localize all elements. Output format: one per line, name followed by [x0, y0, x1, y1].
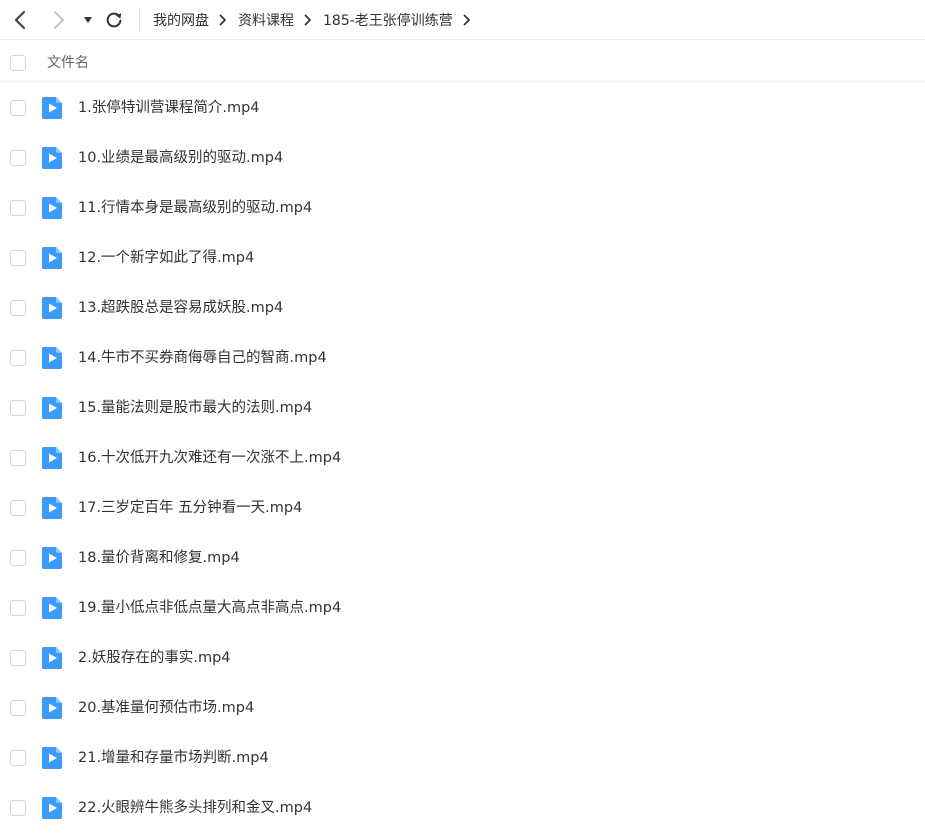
video-file-icon: [42, 97, 62, 119]
file-checkbox[interactable]: [10, 400, 26, 416]
column-header-filename: 文件名: [47, 55, 89, 71]
chevron-right-icon: [54, 11, 64, 29]
breadcrumb: 我的网盘 资料课程 185-老王张停训练营: [153, 0, 482, 40]
file-name[interactable]: 21.增量和存量市场判断.mp4: [78, 733, 269, 783]
video-file-icon: [42, 247, 62, 269]
file-name[interactable]: 12.一个新字如此了得.mp4: [78, 233, 254, 283]
video-file-icon: [42, 147, 62, 169]
caret-down-icon: [84, 17, 92, 23]
file-row[interactable]: 19.量小低点非低点量大高点非高点.mp4: [0, 583, 925, 633]
file-row[interactable]: 14.牛市不买券商侮辱自己的智商.mp4: [0, 333, 925, 383]
file-row[interactable]: 20.基准量何预估市场.mp4: [0, 683, 925, 733]
video-file-icon: [42, 697, 62, 719]
video-file-icon: [42, 547, 62, 569]
file-checkbox[interactable]: [10, 150, 26, 166]
video-file-icon: [42, 597, 62, 619]
file-checkbox[interactable]: [10, 650, 26, 666]
breadcrumb-item-my-drive[interactable]: 我的网盘: [153, 10, 209, 30]
file-checkbox[interactable]: [10, 300, 26, 316]
file-name[interactable]: 13.超跌股总是容易成妖股.mp4: [78, 283, 283, 333]
chevron-right-icon: [463, 14, 471, 26]
file-row[interactable]: 11.行情本身是最高级别的驱动.mp4: [0, 183, 925, 233]
file-checkbox[interactable]: [10, 100, 26, 116]
file-row[interactable]: 21.增量和存量市场判断.mp4: [0, 733, 925, 783]
video-file-icon: [42, 497, 62, 519]
file-name[interactable]: 16.十次低开九次难还有一次涨不上.mp4: [78, 433, 341, 483]
file-checkbox[interactable]: [10, 750, 26, 766]
file-name[interactable]: 22.火眼辨牛熊多头排列和金叉.mp4: [78, 783, 312, 833]
back-button[interactable]: [7, 6, 33, 34]
file-row[interactable]: 2.妖股存在的事实.mp4: [0, 633, 925, 683]
video-file-icon: [42, 797, 62, 819]
file-row[interactable]: 16.十次低开九次难还有一次涨不上.mp4: [0, 433, 925, 483]
file-checkbox[interactable]: [10, 500, 26, 516]
file-name[interactable]: 15.量能法则是股市最大的法则.mp4: [78, 383, 312, 433]
file-row[interactable]: 15.量能法则是股市最大的法则.mp4: [0, 383, 925, 433]
forward-button[interactable]: [46, 6, 72, 34]
file-name[interactable]: 17.三岁定百年 五分钟看一天.mp4: [78, 483, 302, 533]
history-dropdown-button[interactable]: [75, 6, 101, 34]
file-checkbox[interactable]: [10, 550, 26, 566]
file-name[interactable]: 11.行情本身是最高级别的驱动.mp4: [78, 183, 312, 233]
file-row[interactable]: 13.超跌股总是容易成妖股.mp4: [0, 283, 925, 333]
file-row[interactable]: 1.张停特训营课程简介.mp4: [0, 83, 925, 133]
file-name[interactable]: 2.妖股存在的事实.mp4: [78, 633, 231, 683]
file-checkbox[interactable]: [10, 600, 26, 616]
video-file-icon: [42, 297, 62, 319]
file-row[interactable]: 22.火眼辨牛熊多头排列和金叉.mp4: [0, 783, 925, 833]
file-row[interactable]: 17.三岁定百年 五分钟看一天.mp4: [0, 483, 925, 533]
file-checkbox[interactable]: [10, 200, 26, 216]
video-file-icon: [42, 397, 62, 419]
file-name[interactable]: 20.基准量何预估市场.mp4: [78, 683, 254, 733]
file-checkbox[interactable]: [10, 800, 26, 816]
file-checkbox[interactable]: [10, 700, 26, 716]
navigation-bar: 我的网盘 资料课程 185-老王张停训练营: [0, 0, 925, 40]
video-file-icon: [42, 647, 62, 669]
video-file-icon: [42, 447, 62, 469]
nav-divider: [139, 9, 140, 31]
file-row[interactable]: 10.业绩是最高级别的驱动.mp4: [0, 133, 925, 183]
video-file-icon: [42, 347, 62, 369]
file-name[interactable]: 10.业绩是最高级别的驱动.mp4: [78, 133, 283, 183]
chevron-right-icon: [219, 14, 227, 26]
file-checkbox[interactable]: [10, 350, 26, 366]
chevron-left-icon: [14, 10, 26, 30]
file-name[interactable]: 14.牛市不买券商侮辱自己的智商.mp4: [78, 333, 327, 383]
file-checkbox[interactable]: [10, 450, 26, 466]
file-name[interactable]: 1.张停特训营课程简介.mp4: [78, 83, 260, 133]
video-file-icon: [42, 197, 62, 219]
file-name[interactable]: 19.量小低点非低点量大高点非高点.mp4: [78, 583, 341, 633]
file-row[interactable]: 12.一个新字如此了得.mp4: [0, 233, 925, 283]
refresh-icon: [106, 12, 122, 28]
video-file-icon: [42, 747, 62, 769]
breadcrumb-item-current-folder[interactable]: 185-老王张停训练营: [323, 10, 453, 30]
breadcrumb-item-course-materials[interactable]: 资料课程: [238, 10, 294, 30]
refresh-button[interactable]: [101, 6, 127, 34]
file-row[interactable]: 18.量价背离和修复.mp4: [0, 533, 925, 583]
select-all-checkbox[interactable]: [10, 55, 26, 71]
file-list: 1.张停特训营课程简介.mp4 10.业绩是最高级别的驱动.mp4 11.行情本身是…: [0, 83, 925, 833]
file-checkbox[interactable]: [10, 250, 26, 266]
chevron-right-icon: [304, 14, 312, 26]
file-list-header: 文件名: [0, 44, 925, 82]
file-name[interactable]: 18.量价背离和修复.mp4: [78, 533, 240, 583]
